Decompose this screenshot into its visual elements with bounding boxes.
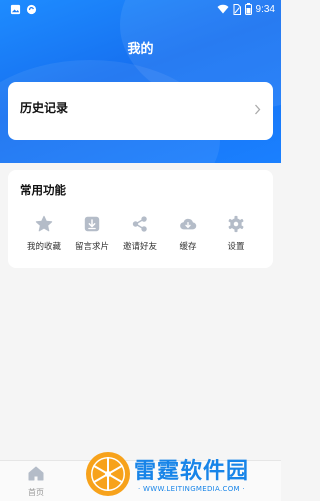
watermark-url: · WWW.LEITINGMEDIA.COM · <box>138 485 245 493</box>
home-icon <box>28 466 44 481</box>
share-icon <box>132 216 147 232</box>
star-icon <box>35 215 53 232</box>
wifi-icon <box>217 4 229 14</box>
settings-button[interactable]: 设置 <box>208 215 264 252</box>
function-grid: 我的收藏 留言求片 邀请好友 缓存 设置 <box>8 215 273 260</box>
cloud-download-icon <box>180 218 197 230</box>
history-card[interactable]: 历史记录 <box>8 82 273 140</box>
watermark-title: 雷霆软件园 <box>134 459 250 484</box>
common-functions-card: 常用功能 我的收藏 留言求片 邀请好友 缓存 设置 <box>8 170 273 268</box>
download-box-icon <box>84 216 100 232</box>
sim-icon <box>233 3 241 15</box>
image-icon <box>10 4 21 15</box>
notification-icon <box>26 4 37 15</box>
history-label: 历史记录 <box>20 101 69 115</box>
status-bar: 9:34 <box>0 0 281 20</box>
watermark: 雷霆软件园 · WWW.LEITINGMEDIA.COM · <box>82 448 281 500</box>
page-title: 我的 <box>127 42 154 57</box>
gear-icon <box>228 215 244 233</box>
chevron-right-icon <box>255 104 261 115</box>
battery-icon <box>244 3 252 15</box>
settings-label: 设置 <box>227 242 245 252</box>
section-title: 常用功能 <box>20 183 66 197</box>
status-time: 9:34 <box>255 3 275 15</box>
tab-home[interactable]: 首页 <box>20 466 52 498</box>
orange-slice-logo-icon <box>86 452 130 496</box>
tab-home-label: 首页 <box>28 488 44 497</box>
